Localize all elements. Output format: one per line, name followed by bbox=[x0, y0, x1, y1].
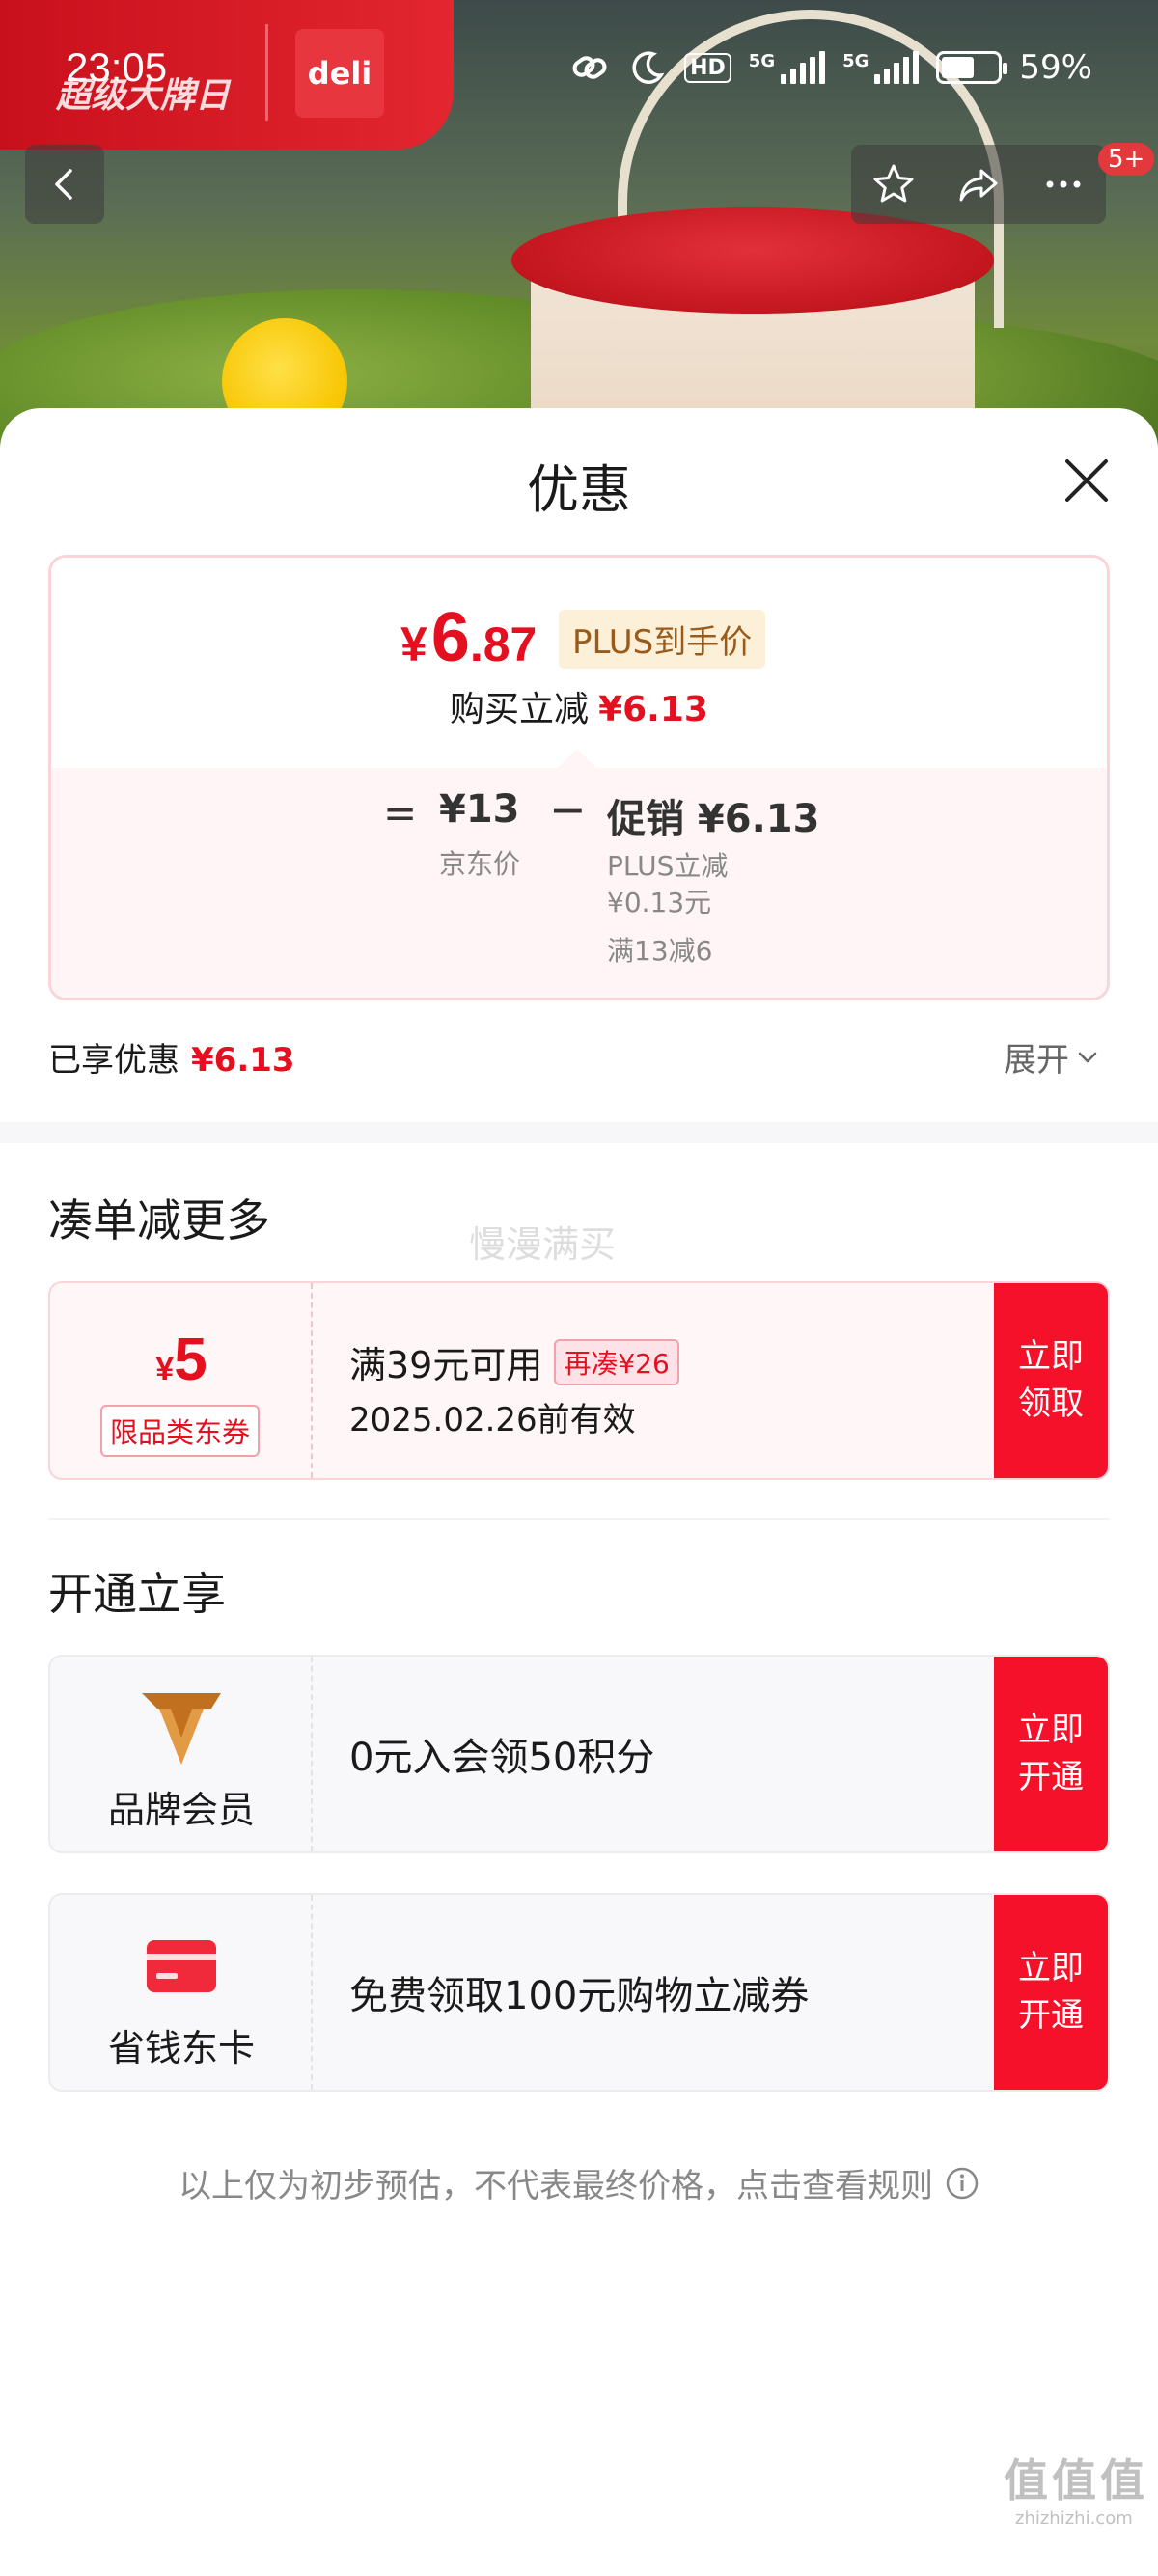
coupon-validity: 2025.02.26前有效 bbox=[349, 1401, 636, 1439]
coupon-type-tag: 限品类东券 bbox=[100, 1405, 261, 1457]
rules-footnote[interactable]: 以上仅为初步预估，不代表最终价格，点击查看规则 bbox=[0, 2159, 1158, 2206]
share-button[interactable] bbox=[940, 145, 1017, 224]
chevron-left-icon bbox=[55, 169, 72, 200]
member-description: 0元入会领50积分 bbox=[349, 1736, 655, 1780]
brand-member-card[interactable]: 品牌会员 0元入会领50积分 立即 开通 bbox=[48, 1655, 1110, 1853]
close-button[interactable] bbox=[1058, 452, 1116, 509]
promo-detail-full-reduction: 满13减6 bbox=[607, 935, 713, 967]
battery-icon bbox=[936, 51, 1008, 84]
expand-label: 展开 bbox=[1004, 1041, 1069, 1080]
plus-price-tag: PLUS到手价 bbox=[559, 610, 766, 669]
site-watermark-domain: zhizhizhi.com bbox=[1015, 2508, 1133, 2529]
final-price-decimal: .87 bbox=[469, 617, 538, 671]
hd-icon: HD bbox=[684, 52, 731, 83]
purchase-reduction: 购买立减 ¥6.13 bbox=[51, 681, 1107, 731]
status-time: 23:05 bbox=[66, 44, 168, 90]
open-saving-card-button[interactable]: 立即 开通 bbox=[994, 1895, 1108, 2090]
coupon-condition: 满39元可用 再凑¥26 bbox=[349, 1335, 679, 1388]
member-description: 免费领取100元购物立减券 bbox=[349, 1974, 810, 2018]
more-button[interactable] bbox=[1025, 145, 1102, 224]
open-button-label: 立即 开通 bbox=[1018, 1948, 1084, 2035]
section-title-combine: 凑单减更多 bbox=[48, 1194, 270, 1247]
member-label: 省钱东卡 bbox=[107, 2027, 255, 2069]
red-card-icon bbox=[135, 1924, 228, 2009]
reduce-label: 购买立减 bbox=[450, 690, 590, 729]
link-icon bbox=[568, 46, 611, 89]
expand-button[interactable]: 展开 bbox=[1004, 1033, 1100, 1081]
enjoyed-discount: 已享优惠 ¥6.13 bbox=[48, 1033, 295, 1081]
equals-sign: = bbox=[383, 789, 418, 836]
info-icon[interactable] bbox=[945, 2166, 979, 2201]
jd-price: ¥13 bbox=[439, 787, 520, 832]
reduce-amount: ¥6.13 bbox=[598, 690, 708, 729]
favorite-button[interactable] bbox=[855, 145, 932, 224]
close-icon bbox=[1065, 459, 1108, 502]
divider bbox=[48, 1518, 1110, 1520]
brand-v-icon bbox=[135, 1685, 228, 1770]
more-dots-icon bbox=[1046, 180, 1081, 188]
coupon-condition-text: 满39元可用 bbox=[349, 1344, 543, 1386]
jd-price-label: 京东价 bbox=[439, 848, 521, 880]
sheet-title: 优惠 bbox=[527, 459, 631, 520]
network-label: 5G bbox=[748, 51, 776, 71]
star-icon bbox=[873, 164, 914, 203]
final-price: ¥ 6 .87 bbox=[400, 598, 537, 677]
footnote-text: 以上仅为初步预估，不代表最终价格，点击查看规则 bbox=[179, 2167, 933, 2206]
price-breakdown-card: ¥ 6 .87 PLUS到手价 购买立减 ¥6.13 = ¥13 京东价 − 促销… bbox=[48, 555, 1110, 1000]
coupon-currency: ¥ bbox=[155, 1351, 175, 1387]
promo-detail-plus-amount: ¥0.13元 bbox=[607, 887, 712, 918]
coupon-card[interactable]: ¥5 限品类东券 满39元可用 再凑¥26 2025.02.26前有效 立即 领… bbox=[48, 1281, 1110, 1480]
status-bar: 23:05 HD 5G 5G 59% bbox=[0, 0, 1158, 135]
currency-symbol: ¥ bbox=[400, 617, 427, 671]
open-button-label: 立即 开通 bbox=[1018, 1710, 1084, 1796]
signal-icon: 5G bbox=[748, 51, 826, 84]
member-label: 品牌会员 bbox=[107, 1789, 255, 1831]
enjoyed-label: 已享优惠 bbox=[48, 1041, 179, 1080]
saving-card-card[interactable]: 省钱东卡 免费领取100元购物立减券 立即 开通 bbox=[48, 1893, 1110, 2092]
section-separator bbox=[0, 1122, 1158, 1143]
back-button[interactable] bbox=[25, 145, 104, 224]
chevron-down-icon bbox=[1078, 1052, 1097, 1062]
final-price-integer: 6 bbox=[430, 599, 470, 676]
discount-sheet: 优惠 ¥ 6 .87 PLUS到手价 购买立减 ¥6.13 = ¥13 京东价 −… bbox=[0, 408, 1158, 2576]
claim-button-label: 立即 领取 bbox=[1018, 1336, 1084, 1423]
claim-coupon-button[interactable]: 立即 领取 bbox=[994, 1283, 1108, 1478]
battery-fill bbox=[942, 57, 975, 78]
top-actions bbox=[851, 145, 1106, 224]
signal-icon: 5G bbox=[842, 51, 920, 84]
promo-price: 促销 ¥6.13 bbox=[607, 797, 820, 841]
share-icon bbox=[959, 169, 998, 202]
coupon-amount: ¥5 bbox=[50, 1326, 313, 1394]
watermark-text: 慢漫满买 bbox=[469, 1223, 617, 1266]
promo-detail-plus: PLUS立减 bbox=[607, 850, 729, 882]
section-title-open: 开通立享 bbox=[48, 1568, 226, 1620]
battery-percent: 59% bbox=[1019, 48, 1092, 87]
minus-sign: − bbox=[549, 783, 587, 836]
network-label: 5G bbox=[842, 51, 869, 71]
card-notch bbox=[558, 749, 596, 768]
coupon-value: 5 bbox=[174, 1327, 207, 1393]
add-more-tag: 再凑¥26 bbox=[554, 1338, 679, 1385]
site-watermark-logo: 值值值 bbox=[1004, 2454, 1148, 2507]
open-membership-button[interactable]: 立即 开通 bbox=[994, 1657, 1108, 1851]
notification-badge: 5+ bbox=[1098, 143, 1155, 176]
enjoyed-amount: ¥6.13 bbox=[191, 1041, 295, 1080]
moon-icon bbox=[628, 48, 667, 87]
